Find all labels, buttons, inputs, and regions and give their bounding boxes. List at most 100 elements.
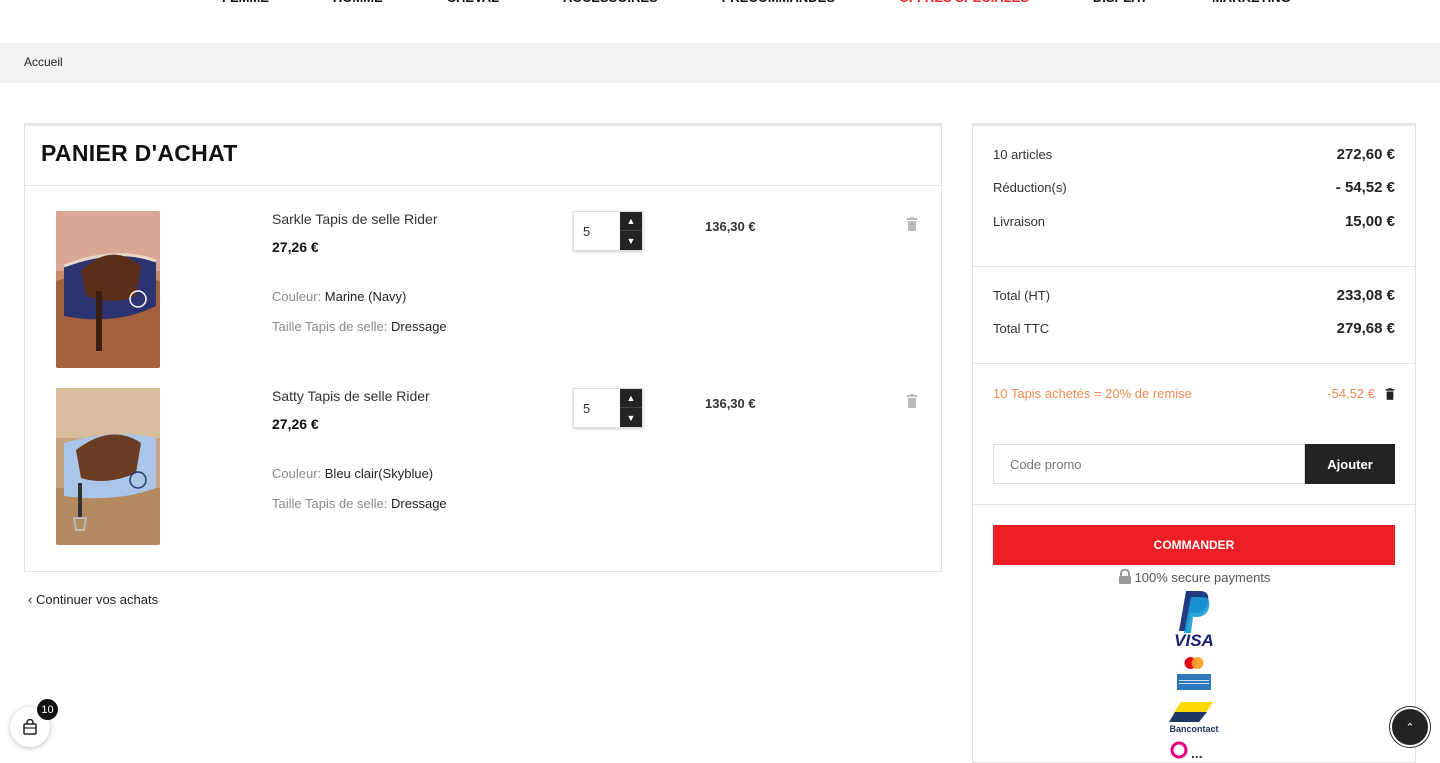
attribute-value: Marine (Navy) xyxy=(324,289,407,304)
nav-item-label: OFFRES SPÉCIALES xyxy=(899,0,1029,5)
summary-label: Livraison xyxy=(993,214,1046,229)
product-name[interactable]: Sarkle Tapis de selle Rider xyxy=(272,211,438,227)
paypal-logo xyxy=(973,589,1415,633)
product-color-attribute: Couleur: Marine (Navy) xyxy=(272,289,406,304)
promo-code-form: Ajouter xyxy=(993,444,1395,484)
nav-item-label: FEMME xyxy=(222,0,269,5)
checkout-button[interactable]: COMMANDER xyxy=(993,525,1395,565)
nav-menu: FEMME▼HOMME▼CHEVAL▼ACCESSOIRES▼PRÉCOMMAN… xyxy=(222,0,1355,5)
bancontact-logo-text: Bancontact xyxy=(1169,724,1218,734)
nav-item-label: DISPLAY xyxy=(1093,0,1148,5)
chevron-up-icon: ▲ xyxy=(626,216,636,226)
decrement-button[interactable]: ▼ xyxy=(620,231,642,250)
product-size-attribute: Taille Tapis de selle: Dressage xyxy=(272,496,447,511)
nav-item[interactable]: PRÉCOMMANDES ▼ xyxy=(722,0,851,5)
product-name[interactable]: Satty Tapis de selle Rider xyxy=(272,388,430,404)
trash-icon[interactable] xyxy=(906,217,918,231)
attribute-label: Taille Tapis de selle: xyxy=(272,496,388,511)
discount-value: -54,52 € xyxy=(1327,386,1375,401)
summary-row-delivery: Livraison 15,00 € xyxy=(993,213,1395,230)
attribute-value: Bleu clair(Skyblue) xyxy=(324,466,434,481)
chevron-down-icon: ▼ xyxy=(507,0,515,2)
applied-discount: 10 Tapis achetés = 20% de remise -54,52 … xyxy=(993,386,1395,401)
promo-code-input[interactable] xyxy=(993,444,1305,484)
quantity-input[interactable] xyxy=(574,389,621,427)
chevron-down-icon: ▼ xyxy=(277,0,285,2)
chevron-down-icon: ▼ xyxy=(391,0,399,2)
chevron-down-icon: ▼ xyxy=(1156,0,1164,2)
add-promo-button[interactable]: Ajouter xyxy=(1305,444,1395,484)
nav-item[interactable]: ACCESSOIRES ▼ xyxy=(563,0,674,5)
product-image[interactable] xyxy=(56,388,160,545)
product-unit-price: 27,26 € xyxy=(272,239,319,255)
increment-button[interactable]: ▲ xyxy=(620,212,642,231)
chevron-down-icon: ▼ xyxy=(1037,0,1045,2)
secure-text: 100% secure payments xyxy=(1134,570,1271,585)
summary-value: 272,60 € xyxy=(1336,146,1395,163)
mastercard-logo xyxy=(973,656,1415,670)
trash-icon[interactable] xyxy=(906,394,918,408)
summary-row-articles: 10 articles 272,60 € xyxy=(993,146,1395,163)
shopping-bag-icon xyxy=(23,719,37,735)
visa-logo: VISA xyxy=(973,631,1415,649)
nav-item-label: MARKETING xyxy=(1212,0,1291,5)
american-express-logo xyxy=(973,674,1415,690)
cart-count-badge: 10 xyxy=(37,699,58,720)
attribute-value: Dressage xyxy=(391,319,447,334)
breadcrumb: Accueil xyxy=(0,43,1440,83)
chevron-left-icon: ‹ xyxy=(28,592,33,607)
breadcrumb-home-link[interactable]: Accueil xyxy=(24,55,63,69)
chevron-down-icon: ▼ xyxy=(843,0,851,2)
summary-row-reduction: Réduction(s) - 54,52 € xyxy=(993,179,1395,196)
chevron-down-icon: ▼ xyxy=(626,412,636,423)
nav-item[interactable]: DISPLAY ▼ xyxy=(1093,0,1164,5)
quantity-stepper: ▲ ▼ xyxy=(573,388,643,428)
summary-value: 15,00 € xyxy=(1344,213,1395,230)
remove-discount-trash-icon[interactable] xyxy=(1385,387,1395,400)
nav-item-label: HOMME xyxy=(333,0,383,5)
quantity-input[interactable] xyxy=(574,212,621,250)
cart-summary: 10 articles 272,60 € Réduction(s) - 54,5… xyxy=(972,123,1416,763)
chevron-down-icon: ▼ xyxy=(666,0,674,2)
nav-item[interactable]: CHEVAL ▼ xyxy=(447,0,515,5)
summary-label: Réduction(s) xyxy=(993,180,1067,195)
nav-item[interactable]: OFFRES SPÉCIALES ▼ xyxy=(899,0,1045,5)
cart-panel: PANIER D'ACHAT Sarkle Tapis de selle Rid… xyxy=(24,123,942,572)
secure-payments-notice: 100% secure payments xyxy=(973,569,1415,585)
attribute-label: Taille Tapis de selle: xyxy=(272,319,388,334)
chevron-down-icon: ▼ xyxy=(626,235,636,246)
summary-label: 10 articles xyxy=(993,147,1053,162)
nav-item-label: CHEVAL xyxy=(447,0,499,5)
divider xyxy=(973,363,1415,364)
nav-item-label: PRÉCOMMANDES xyxy=(722,0,835,5)
line-total: 136,30 € xyxy=(705,219,756,234)
nav-item[interactable]: MARKETING ▼ xyxy=(1212,0,1307,5)
product-image[interactable] xyxy=(56,211,160,368)
summary-label: Total TTC xyxy=(993,321,1050,336)
discount-label: 10 Tapis achetés = 20% de remise xyxy=(993,386,1192,401)
increment-button[interactable]: ▲ xyxy=(620,389,642,408)
summary-value: 233,08 € xyxy=(1336,287,1395,304)
lock-icon xyxy=(1118,569,1131,584)
summary-value: - 54,52 € xyxy=(1335,179,1395,196)
double-chevron-up-icon: ⌃ xyxy=(1405,721,1415,734)
cart-item: Satty Tapis de selle Rider 27,26 € Coule… xyxy=(25,388,941,548)
summary-row-total-ttc: Total TTC 279,68 € xyxy=(993,320,1395,337)
summary-value: 279,68 € xyxy=(1336,320,1395,337)
product-size-attribute: Taille Tapis de selle: Dressage xyxy=(272,319,447,334)
nav-item[interactable]: FEMME ▼ xyxy=(222,0,285,5)
additional-payment-logo: ... xyxy=(973,739,1415,759)
top-navigation: FEMME▼HOMME▼CHEVAL▼ACCESSOIRES▼PRÉCOMMAN… xyxy=(0,0,1440,43)
cart-item: Sarkle Tapis de selle Rider 27,26 € Coul… xyxy=(25,211,941,371)
continue-shopping-label: Continuer vos achats xyxy=(35,592,159,607)
attribute-label: Couleur: xyxy=(272,289,322,304)
decrement-button[interactable]: ▼ xyxy=(620,408,642,427)
nav-item-label: ACCESSOIRES xyxy=(563,0,658,5)
continue-shopping-link[interactable]: ‹ Continuer vos achats xyxy=(28,592,158,607)
product-unit-price: 27,26 € xyxy=(272,416,319,432)
nav-item[interactable]: HOMME ▼ xyxy=(333,0,399,5)
visa-logo-text: VISA xyxy=(1174,631,1214,649)
scroll-to-top-button[interactable]: ⌃ xyxy=(1390,707,1430,747)
summary-label: Total (HT) xyxy=(993,288,1051,303)
divider xyxy=(973,266,1415,267)
